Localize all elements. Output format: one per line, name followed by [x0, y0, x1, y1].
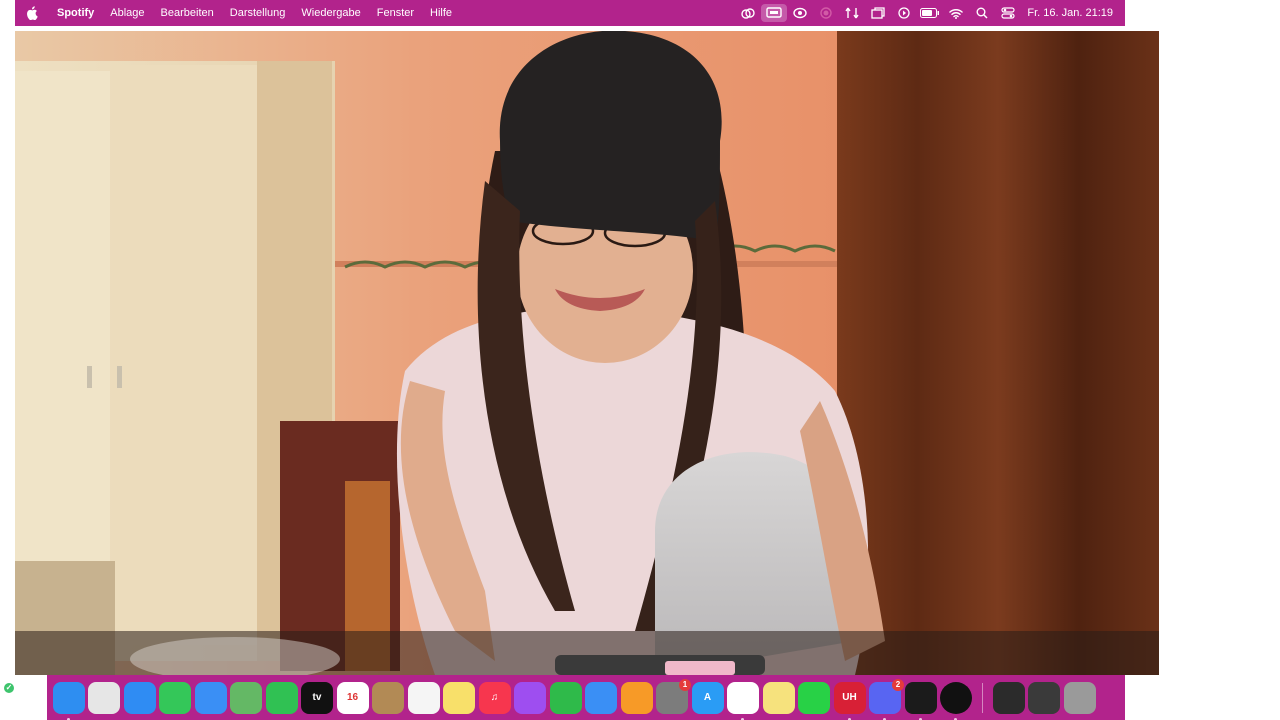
dock-badge: 2 [892, 678, 904, 691]
dock-spotify-icon[interactable] [940, 681, 972, 720]
menu-hilfe[interactable]: Hilfe [422, 7, 460, 19]
dock-discord-icon[interactable]: 2 [869, 678, 904, 720]
menu-darstellung[interactable]: Darstellung [222, 7, 294, 19]
verified-check-icon: ✓ [4, 682, 14, 693]
dock-pages-icon[interactable] [620, 681, 653, 714]
dock-keynote-icon[interactable] [585, 681, 617, 714]
dock-podcasts-icon[interactable] [514, 681, 546, 714]
dock-mail-icon[interactable] [194, 681, 227, 714]
dock-contacts-icon[interactable] [372, 681, 404, 714]
dock-app-store-label: A [703, 692, 712, 703]
battery-icon [917, 0, 943, 26]
dock-safari-icon[interactable] [123, 681, 156, 714]
dock-apple-tv-icon[interactable]: tv [301, 681, 333, 714]
menubar-clock[interactable]: Fr. 16. Jan. 21:19 [1021, 7, 1113, 19]
dock-maps-icon[interactable] [230, 681, 262, 714]
menu-bar: Spotify Ablage Bearbeiten Darstellung Wi… [15, 0, 1125, 26]
dock-system-settings-icon[interactable]: 1 [656, 678, 691, 714]
menu-ablage[interactable]: Ablage [102, 7, 152, 19]
network-icon[interactable] [839, 0, 865, 26]
dock-app-store-icon[interactable]: A [691, 681, 724, 714]
wifi-icon[interactable] [943, 0, 969, 26]
apple-menu-icon[interactable] [15, 6, 49, 20]
webcam-video [15, 31, 1159, 675]
play-icon[interactable] [891, 0, 917, 26]
screen-mirroring-icon[interactable] [761, 4, 788, 22]
dock-finder-icon[interactable] [52, 681, 85, 720]
dock-activity-window-icon[interactable] [1028, 681, 1060, 714]
control-center-icon[interactable] [995, 0, 1021, 26]
dock: tv 16 ♫ 1 A UH 2 [47, 675, 1125, 720]
screen: Spotify Ablage Bearbeiten Darstellung Wi… [0, 0, 1280, 720]
window-icon[interactable] [865, 0, 891, 26]
dock-whatsapp-icon[interactable] [798, 681, 830, 714]
dock-screen-recording-window-icon[interactable] [992, 681, 1025, 714]
dock-trash-icon[interactable] [1063, 681, 1096, 714]
dock-chrome-icon[interactable] [727, 681, 759, 720]
dock-notes-icon[interactable] [443, 681, 475, 714]
creative-cloud-icon[interactable] [735, 0, 761, 26]
menu-fenster[interactable]: Fenster [369, 7, 422, 19]
dock-stickies-icon[interactable] [762, 681, 795, 714]
dock-badge: 1 [679, 678, 691, 691]
menu-bearbeiten[interactable]: Bearbeiten [153, 7, 222, 19]
dock-music-icon[interactable]: ♫ [478, 681, 511, 714]
dock-music-label: ♫ [490, 692, 499, 703]
avatar-icon: ☺ [17, 680, 31, 695]
dock-apple-tv-label: tv [312, 692, 322, 703]
dock-messages-icon[interactable] [159, 681, 191, 714]
search-icon[interactable] [969, 0, 995, 26]
dock-numbers-icon[interactable] [549, 681, 582, 714]
menu-app-name[interactable]: Spotify [49, 7, 102, 19]
dock-calendar-label: 16 [346, 692, 359, 703]
dock-launchpad-icon[interactable] [88, 681, 120, 714]
status-area: Fr. 16. Jan. 21:19 [735, 0, 1125, 26]
dock-reminders-icon[interactable] [407, 681, 440, 714]
menu-wiedergabe[interactable]: Wiedergabe [293, 7, 368, 19]
dock-facetime-icon[interactable] [265, 681, 298, 714]
dock-separator [982, 682, 983, 713]
record-icon[interactable] [813, 0, 839, 26]
webcam-scene [15, 31, 1159, 675]
dock-obs-icon[interactable] [904, 681, 937, 720]
dock-calendar-icon[interactable]: 16 [336, 681, 369, 714]
vpn-icon[interactable] [787, 0, 813, 26]
dock-uhh-app-icon[interactable]: UH [833, 681, 866, 720]
dock-uhh-app-label: UH [842, 692, 857, 703]
